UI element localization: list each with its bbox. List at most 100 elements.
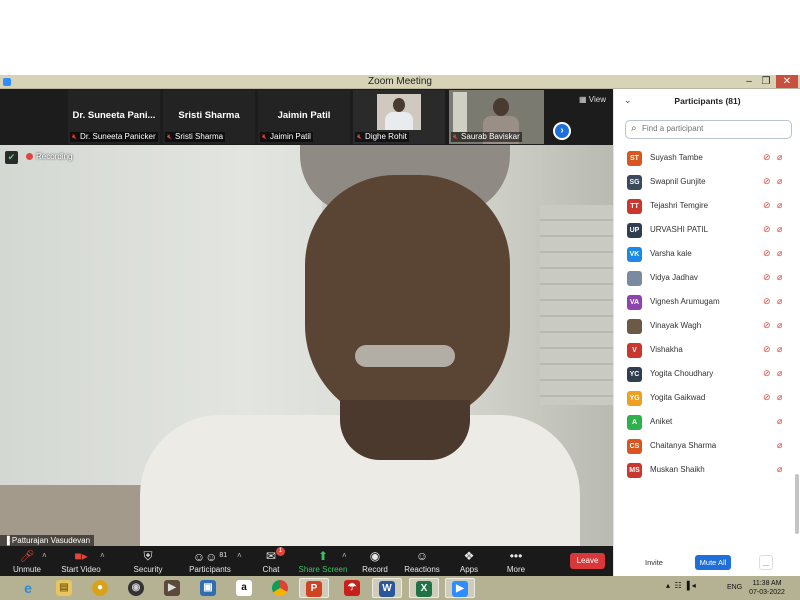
video-off-icon: ⌀	[777, 464, 783, 474]
system-tray[interactable]: ▴ ☷ ▐ ◂	[666, 581, 696, 590]
panel-more-button[interactable]: ...	[759, 555, 773, 570]
mute-all-button[interactable]: Mute All	[695, 555, 731, 570]
chat-button[interactable]: ✉ 1 Chat	[246, 547, 296, 574]
taskbar-clock[interactable]: 11:38 AM 07-03-2022	[748, 579, 786, 597]
powerpoint-icon[interactable]: P	[299, 578, 329, 598]
participant-name: Vishakha	[650, 345, 683, 354]
participant-row[interactable]: UP URVASHI PATIL ⊘ ⌀	[614, 219, 796, 243]
avatar: MS	[627, 463, 642, 478]
share-screen-button[interactable]: ⬆ Share Screen	[298, 549, 348, 574]
tile-label: 🔇︎ Dr. Suneeta Panicker	[70, 132, 158, 142]
participant-row[interactable]: Vinayak Wagh ⊘ ⌀	[614, 315, 796, 339]
audio-options-chevron-icon[interactable]: ˄	[42, 551, 47, 560]
speaker-neck	[340, 400, 470, 460]
zoom-screen: Zoom Meeting – ❐ ✕ Dr. Suneeta Pani... 🔇…	[0, 75, 800, 600]
leave-button[interactable]: Leave	[570, 553, 605, 569]
amazon-icon[interactable]: a	[229, 578, 259, 598]
apps-icon: ❖	[463, 549, 475, 563]
avatar: VA	[627, 295, 642, 310]
speaker-mustache	[355, 345, 455, 367]
chat-unread-badge: 1	[276, 547, 285, 556]
video-app-icon[interactable]: ▶	[157, 578, 187, 598]
apps-button[interactable]: ❖ Apps	[444, 549, 494, 574]
network-icon: ☷	[674, 581, 682, 590]
participant-row[interactable]: VK Varsha kale ⊘ ⌀	[614, 243, 796, 267]
participant-name: Tejashri Temgire	[650, 201, 709, 210]
mic-muted-icon: ⊘	[763, 200, 771, 210]
participant-name: Chaitanya Sharma	[650, 441, 717, 450]
chrome-icon[interactable]	[265, 578, 295, 598]
zoom-icon[interactable]: ▶	[445, 578, 475, 598]
participant-row[interactable]: YG Yogita Gaikwad ⊘ ⌀	[614, 387, 796, 411]
more-dots-icon: •••	[509, 549, 523, 563]
share-options-chevron-icon[interactable]: ˄	[342, 551, 347, 560]
minimize-button[interactable]: –	[741, 75, 757, 88]
video-options-chevron-icon[interactable]: ˄	[100, 551, 105, 560]
excel-icon[interactable]: X	[409, 578, 439, 598]
word-icon[interactable]: W	[372, 578, 402, 598]
mic-muted-icon: 🔇︎	[262, 132, 268, 141]
participant-row[interactable]: SG Swapnil Gunjite ⊘ ⌀	[614, 171, 796, 195]
video-tile[interactable]: Jaimin Patil 🔇︎ Jaimin Patil	[258, 90, 350, 144]
signal-icon: ▐	[683, 581, 690, 590]
record-icon: ◉	[369, 549, 381, 563]
recording-indicator[interactable]: Recording	[26, 152, 72, 161]
avatar	[627, 271, 642, 286]
record-button[interactable]: ◉ Record	[350, 549, 400, 574]
encryption-shield-icon[interactable]: ✔	[5, 151, 18, 164]
acrobat-icon[interactable]: ☂	[337, 578, 367, 598]
participant-row[interactable]: MS Muskan Shaikh ⌀	[614, 459, 796, 483]
participant-name: Aniket	[650, 417, 673, 426]
window-title: Zoom Meeting	[368, 76, 432, 87]
participant-row[interactable]: ST Suyash Tambe ⊘ ⌀	[614, 147, 796, 171]
participant-row[interactable]: VA Vignesh Arumugam ⊘ ⌀	[614, 291, 796, 315]
video-tile[interactable]: 🔇︎ Saurab Baviskar	[449, 90, 544, 144]
background-window	[453, 92, 467, 132]
shield-icon: ⛨	[143, 549, 153, 563]
participant-row[interactable]: V Vishakha ⊘ ⌀	[614, 339, 796, 363]
meeting-toolbar: 🎤︎ Unmute ˄ ■▸ Start Video ˄ ⛨ Security …	[0, 546, 613, 576]
camera-app-icon[interactable]: ◉	[121, 578, 151, 598]
video-off-icon: ⌀	[777, 368, 783, 378]
avatar	[627, 319, 642, 334]
desktop-app-icon[interactable]: ▣	[193, 578, 223, 598]
more-button[interactable]: ••• More	[491, 549, 541, 574]
restore-button[interactable]: ❐	[758, 75, 774, 88]
video-tile[interactable]: Sristi Sharma 🔇︎ Sristi Sharma	[163, 90, 255, 144]
close-button[interactable]: ✕	[776, 75, 798, 88]
video-off-icon: ⌀	[777, 440, 783, 450]
participants-chevron-icon[interactable]: ˄	[237, 551, 242, 560]
start-video-button[interactable]: ■▸ Start Video	[56, 549, 106, 574]
language-indicator[interactable]: ENG	[727, 584, 742, 591]
avatar: A	[627, 415, 642, 430]
participant-body	[385, 112, 413, 130]
mic-muted-icon: ⊘	[763, 152, 771, 162]
video-tile[interactable]: Dr. Suneeta Pani... 🔇︎ Dr. Suneeta Panick…	[68, 90, 160, 144]
participant-row[interactable]: CS Chaitanya Sharma ⌀	[614, 435, 796, 459]
tile-label: 🔇︎ Saurab Baviskar	[451, 132, 522, 142]
next-page-button[interactable]: ›	[553, 122, 571, 140]
video-tile[interactable]: 🔇︎ Dighe Rohit	[353, 90, 445, 144]
panel-scrollbar[interactable]	[795, 474, 799, 534]
view-button[interactable]: ▦ View	[579, 95, 606, 104]
participant-row[interactable]: A Aniket ⌀	[614, 411, 796, 435]
media-app-icon[interactable]: ●	[85, 578, 115, 598]
reactions-button[interactable]: ☺ Reactions	[397, 549, 447, 574]
mic-muted-icon: ⊘	[763, 248, 771, 258]
participant-name: Muskan Shaikh	[650, 465, 705, 474]
tile-name: Dr. Suneeta Pani...	[72, 110, 156, 121]
security-button[interactable]: ⛨ Security	[123, 549, 173, 574]
search-input[interactable]	[642, 124, 787, 133]
participant-name: Varsha kale	[650, 249, 692, 258]
file-explorer-icon[interactable]: ▤	[49, 578, 79, 598]
participant-search[interactable]: ⌕	[625, 120, 792, 139]
internet-explorer-icon[interactable]: e	[13, 578, 43, 598]
mic-muted-icon: 🔇︎	[357, 132, 363, 141]
participant-row[interactable]: YC Yogita Choudhary ⊘ ⌀	[614, 363, 796, 387]
mic-muted-icon: ⊘	[763, 272, 771, 282]
video-off-icon: ⌀	[777, 152, 783, 162]
invite-button[interactable]: Invite	[641, 555, 667, 570]
participant-row[interactable]: Vidya Jadhav ⊘ ⌀	[614, 267, 796, 291]
participant-row[interactable]: TT Tejashri Temgire ⊘ ⌀	[614, 195, 796, 219]
participants-button[interactable]: ☺☺ 81 Participants	[185, 549, 235, 574]
